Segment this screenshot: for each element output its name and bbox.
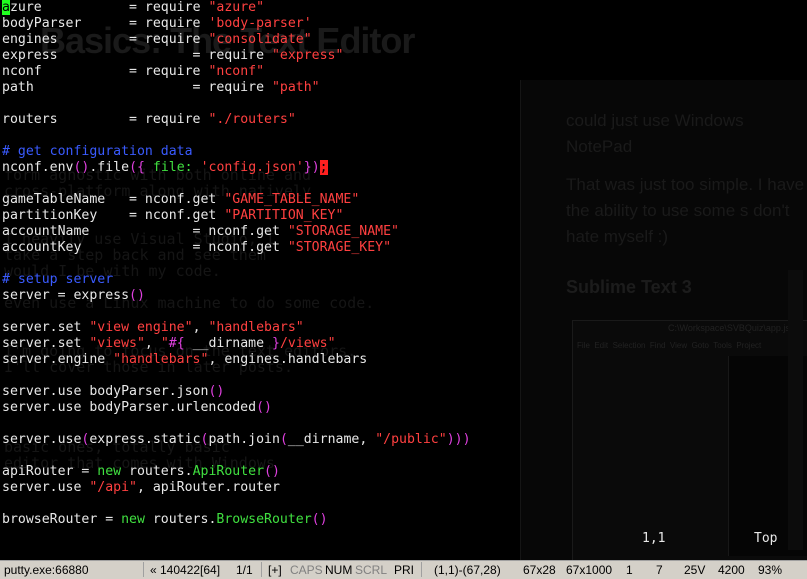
status-page[interactable]: 1/1 [236, 563, 253, 577]
code-line: accountKey = nconf.get "STORAGE_KEY" [2, 240, 392, 255]
code-line: partitionKey = nconf.get "PARTITION_KEY" [2, 208, 344, 223]
status-caps[interactable]: CAPS [290, 563, 323, 577]
status-num[interactable]: NUM [325, 563, 352, 577]
status-pri[interactable]: PRI [394, 563, 414, 577]
status-scrl[interactable]: SCRL [355, 563, 387, 577]
code-line: accountName = nconf.get "STORAGE_NAME" [2, 224, 399, 239]
status-divider [421, 562, 422, 577]
status-voltage[interactable]: 25V [684, 563, 705, 577]
code-line: server.set "views", "#{ __dirname }/view… [2, 336, 336, 351]
status-zoom[interactable]: 93% [758, 563, 782, 577]
status-size[interactable]: 67x28 [523, 563, 556, 577]
code-line: gameTableName = nconf.get "GAME_TABLE_NA… [2, 192, 360, 207]
code-line: apiRouter = new routers.ApiRouter() [2, 464, 280, 479]
code-line: server.use(express.static(path.join(__di… [2, 432, 471, 447]
code-line: server.engine "handlebars", engines.hand… [2, 352, 368, 367]
code-line: nconf.env().file({ file: 'config.json'})… [2, 160, 328, 175]
status-selection[interactable]: (1,1)-(67,28) [434, 563, 501, 577]
status-buffer-size[interactable]: 67x1000 [566, 563, 612, 577]
status-n2[interactable]: 7 [656, 563, 663, 577]
code-line: path = require "path" [2, 80, 320, 95]
code-line: engines = require "consolidate" [2, 32, 312, 47]
code-line: server.use "/api", apiRouter.router [2, 480, 280, 495]
code-line: routers = require "./routers" [2, 112, 296, 127]
code-line: server.use bodyParser.urlencoded() [2, 400, 272, 415]
status-app[interactable]: putty.exe:66880 [4, 563, 89, 577]
status-n3[interactable]: 4200 [718, 563, 745, 577]
code-line: express = require "express" [2, 48, 344, 63]
code-line: server = express() [2, 288, 145, 303]
status-plus[interactable]: [+] [268, 563, 282, 577]
status-buffer[interactable]: « 140422[64] [150, 563, 220, 577]
code-line: azure = require "azure" [2, 0, 265, 15]
status-divider [261, 562, 262, 577]
code-comment: # setup server [2, 272, 114, 287]
status-n1[interactable]: 1 [626, 563, 633, 577]
code-line: bodyParser = require 'body-parser' [2, 16, 312, 31]
vim-cursor-position: 1,1 [642, 531, 666, 546]
code-line: server.use bodyParser.json() [2, 384, 225, 399]
code-comment: # get configuration data [2, 144, 193, 159]
code-line: server.set "view engine", "handlebars" [2, 320, 304, 335]
conemu-status-bar: putty.exe:66880 « 140422[64] 1/1 [+] CAP… [0, 560, 807, 579]
vim-editor-buffer[interactable]: azure = require "azure" bodyParser = requ… [2, 0, 807, 528]
status-divider [143, 562, 144, 577]
cursor: a [2, 0, 10, 15]
code-line: nconf = require "nconf" [2, 64, 265, 79]
vim-scroll-position: Top [754, 531, 778, 546]
code-line: browseRouter = new routers.BrowseRouter(… [2, 512, 328, 527]
